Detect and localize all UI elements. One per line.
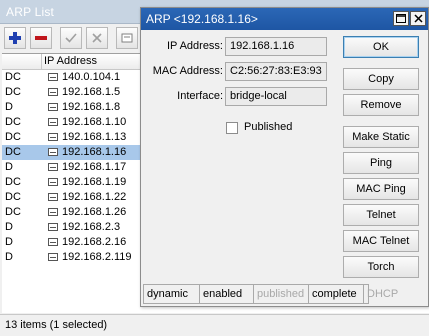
row-ip-address: 192.168.1.5 [62, 86, 121, 98]
row-ip-address: 192.168.1.8 [62, 101, 121, 113]
status-dhcp: DHCP [367, 288, 399, 300]
row-flags: DC [5, 71, 21, 83]
add-button[interactable] [4, 27, 26, 49]
row-flags: D [5, 161, 13, 173]
address-icon [48, 118, 58, 126]
address-icon [48, 163, 58, 171]
address-icon [48, 103, 58, 111]
status-complete: complete [309, 285, 364, 303]
row-flags: D [5, 236, 13, 248]
ping-button[interactable]: Ping [343, 152, 419, 174]
published-label[interactable]: Published [244, 121, 292, 133]
dialog-title: ARP <192.168.1.16> [146, 12, 258, 26]
row-ip-address: 192.168.2.119 [62, 251, 132, 263]
row-ip-address: 192.168.1.19 [62, 176, 127, 188]
remove-icon [35, 36, 47, 40]
disable-button[interactable] [86, 27, 108, 49]
restore-button[interactable] [393, 11, 409, 26]
row-ip-address: 192.168.2.16 [62, 236, 127, 248]
row-flags: D [5, 251, 13, 263]
enable-check-icon [65, 33, 77, 43]
address-icon [48, 253, 58, 261]
list-status-bar: 13 items (1 selected) [0, 314, 429, 336]
row-ip-address: 140.0.104.1 [62, 71, 121, 83]
column-divider [41, 54, 42, 70]
add-icon [9, 32, 21, 44]
disable-x-icon [92, 33, 102, 43]
status-published: published [254, 285, 309, 303]
address-icon [48, 73, 58, 81]
row-ip-address: 192.168.1.13 [62, 131, 127, 143]
address-icon [48, 88, 58, 96]
address-icon [48, 193, 58, 201]
status-dynamic: dynamic [144, 285, 200, 303]
mac-address-label: MAC Address: [152, 65, 223, 77]
row-flags: DC [5, 206, 21, 218]
row-flags: DC [5, 146, 21, 158]
address-icon [48, 148, 58, 156]
telnet-button[interactable]: Telnet [343, 204, 419, 226]
mac-ping-button[interactable]: MAC Ping [343, 178, 419, 200]
close-icon [413, 14, 423, 23]
torch-button[interactable]: Torch [343, 256, 419, 278]
row-flags: DC [5, 191, 21, 203]
column-header-ip-address[interactable]: IP Address [44, 55, 97, 67]
row-flags: DC [5, 176, 21, 188]
row-ip-address: 192.168.1.26 [62, 206, 127, 218]
row-ip-address: 192.168.1.16 [62, 146, 127, 158]
address-icon [48, 223, 58, 231]
comment-button[interactable] [116, 27, 138, 49]
row-flags: DC [5, 86, 21, 98]
restore-icon [396, 14, 406, 23]
remove-button[interactable]: Remove [343, 94, 419, 116]
copy-button[interactable]: Copy [343, 68, 419, 90]
list-title: ARP List [6, 5, 55, 19]
dialog-status-bar: dynamic enabled published complete DHCP [143, 284, 398, 304]
item-count-status: 13 items (1 selected) [5, 319, 108, 331]
row-ip-address: 192.168.2.3 [62, 221, 121, 233]
status-enabled: enabled [200, 285, 254, 303]
published-checkbox[interactable] [226, 122, 238, 134]
row-flags: D [5, 221, 13, 233]
interface-label: Interface: [177, 90, 223, 102]
mac-address-field[interactable]: C2:56:27:83:E3:93 [225, 62, 327, 81]
address-icon [48, 178, 58, 186]
close-button[interactable] [410, 11, 426, 26]
make-static-button[interactable]: Make Static [343, 126, 419, 148]
dialog-titlebar[interactable]: ARP <192.168.1.16> [141, 8, 428, 30]
row-ip-address: 192.168.1.10 [62, 116, 127, 128]
remove-button[interactable] [30, 27, 52, 49]
row-ip-address: 192.168.1.22 [62, 191, 127, 203]
arp-entry-dialog: ARP <192.168.1.16> IP Address: 192.168.1… [140, 7, 429, 307]
ip-address-label: IP Address: [166, 40, 223, 52]
row-flags: DC [5, 131, 21, 143]
row-ip-address: 192.168.1.17 [62, 161, 127, 173]
row-flags: D [5, 101, 13, 113]
address-icon [48, 208, 58, 216]
address-icon [48, 238, 58, 246]
mac-telnet-button[interactable]: MAC Telnet [343, 230, 419, 252]
comment-icon [121, 33, 133, 43]
ip-address-field[interactable]: 192.168.1.16 [225, 37, 327, 56]
enable-button[interactable] [60, 27, 82, 49]
address-icon [48, 133, 58, 141]
interface-field[interactable]: bridge-local [225, 87, 327, 106]
ok-button[interactable]: OK [343, 36, 419, 58]
row-flags: DC [5, 116, 21, 128]
